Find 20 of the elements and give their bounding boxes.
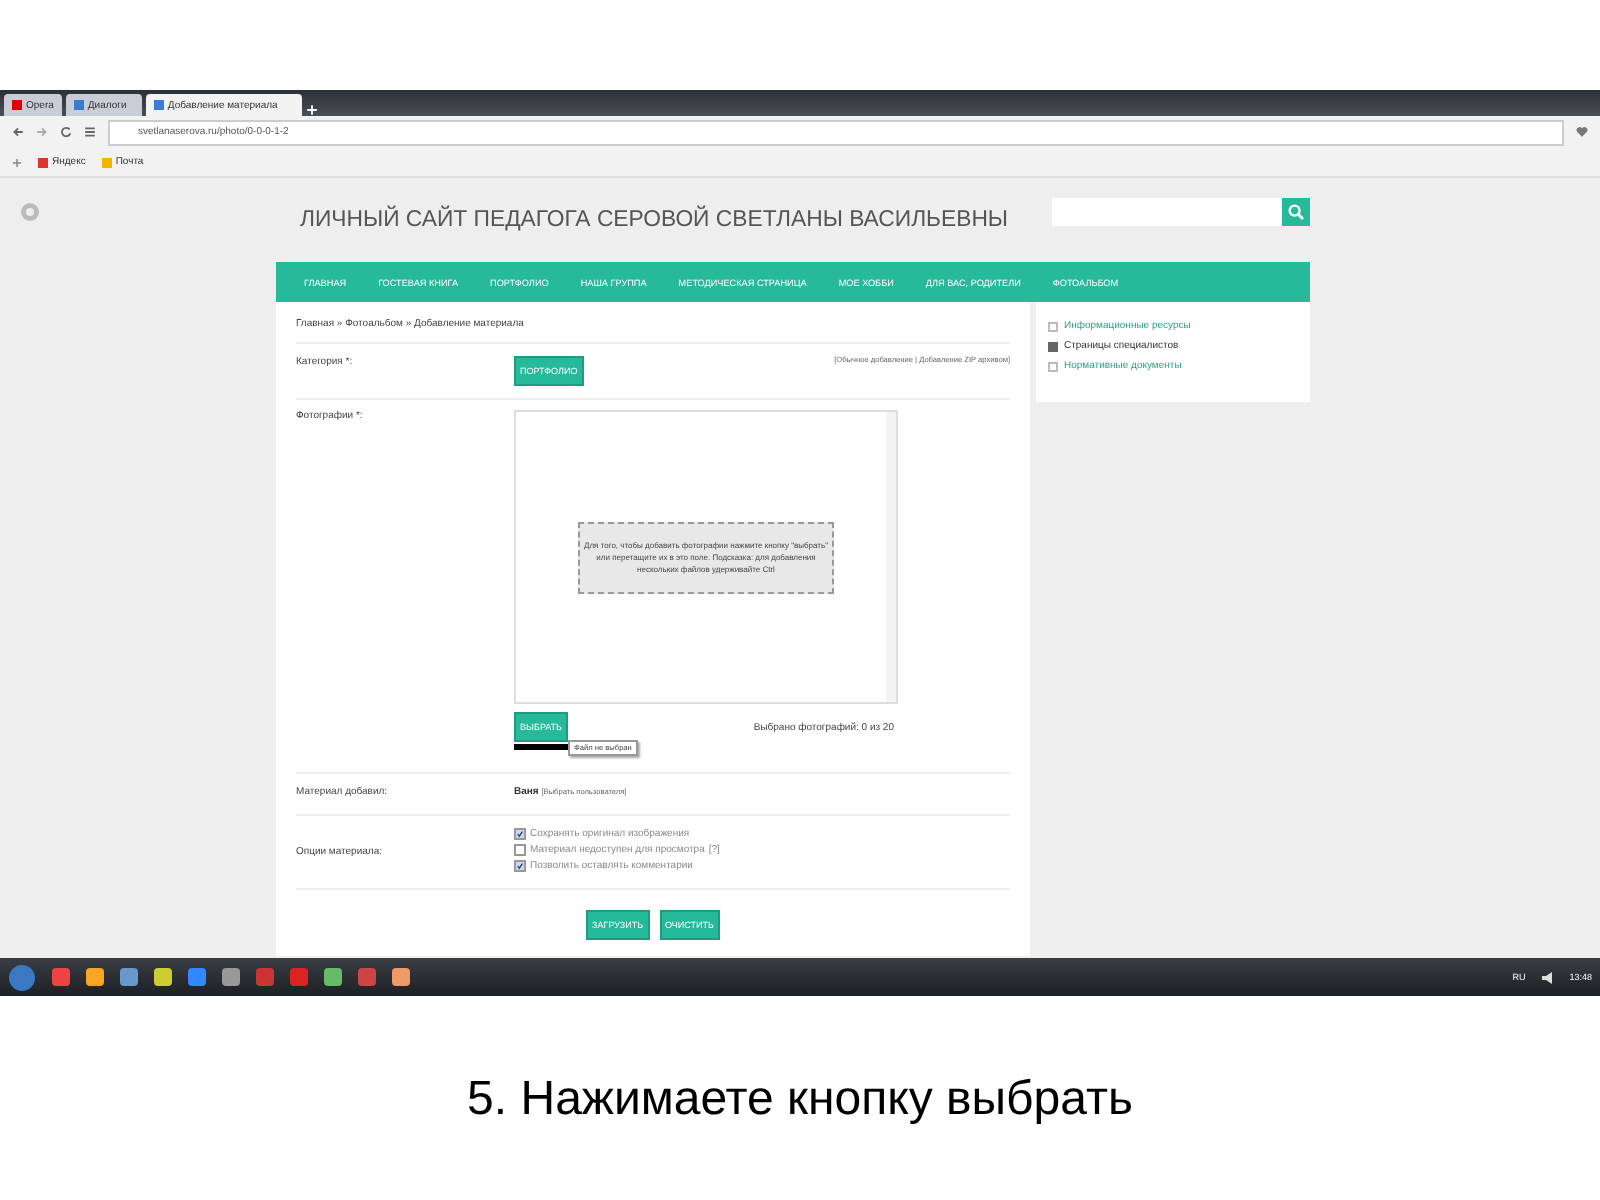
add-bookmark-button[interactable] (12, 157, 22, 167)
search-field[interactable] (1052, 198, 1282, 226)
page-icon (153, 100, 164, 110)
page-icon (73, 100, 84, 110)
checkbox[interactable] (514, 828, 526, 840)
checkbox[interactable] (514, 860, 526, 872)
heart-icon[interactable] (1576, 126, 1588, 138)
reload-button[interactable] (60, 126, 72, 138)
forward-button[interactable] (36, 126, 48, 138)
search-button[interactable] (1282, 198, 1310, 226)
bookmark-icon[interactable] (38, 157, 48, 167)
speaker-icon[interactable] (1541, 971, 1554, 983)
site-title: ЛИЧНЫЙ САЙТ ПЕДАГОГА СЕРОВОЙ СВЕТЛАНЫ ВАСИЛЬЕВНЫ (300, 208, 1009, 232)
checkbox[interactable] (514, 844, 526, 856)
menu-button[interactable] (84, 126, 96, 138)
back-button[interactable] (12, 126, 24, 138)
start-button[interactable] (8, 963, 36, 991)
page-icon (12, 100, 22, 110)
slide-caption: 5. Нажимаете кнопку выбрать (467, 1072, 1133, 1128)
new-tab-button[interactable] (305, 104, 318, 116)
